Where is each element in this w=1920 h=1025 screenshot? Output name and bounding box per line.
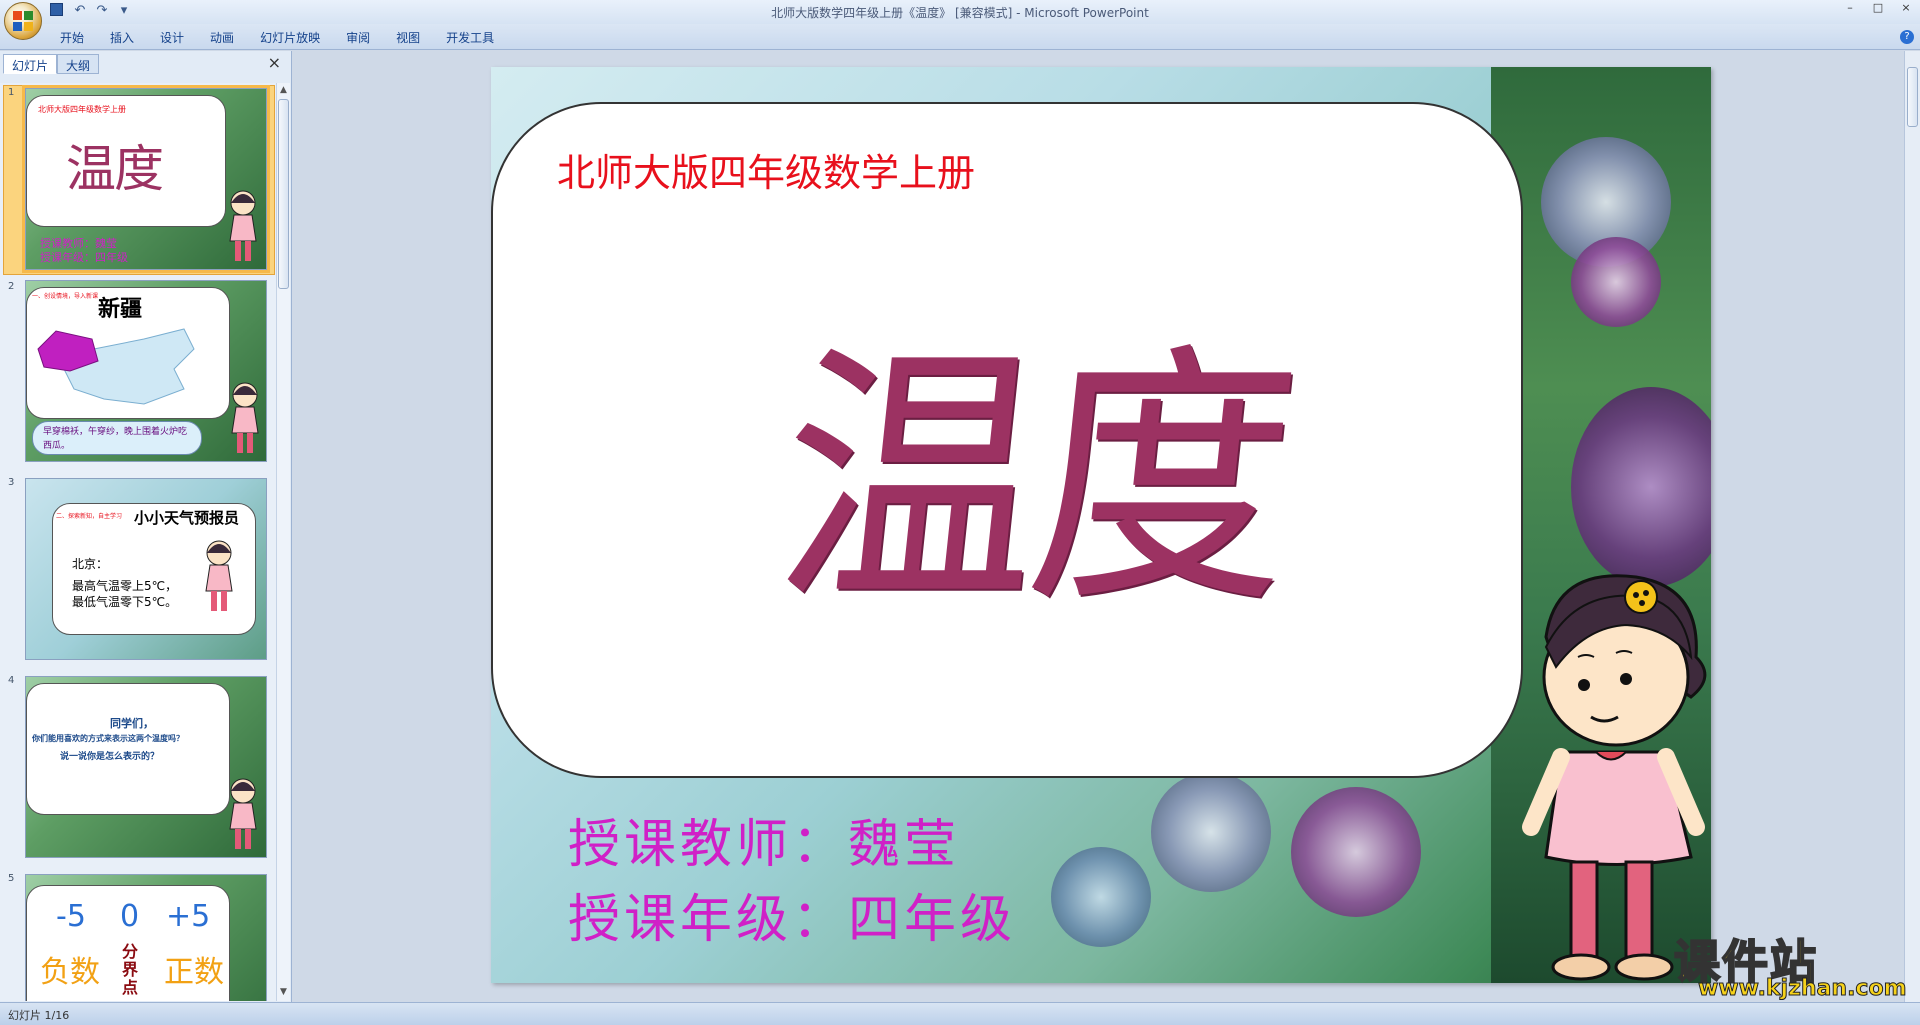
thumb-number: 5: [8, 873, 15, 884]
thumb-label-boundary: 分界点: [122, 942, 139, 997]
slide-thumbnail-4[interactable]: 同学们， 你们能用喜欢的方式来表示这两个温度吗？ 说一说你是怎么表示的？: [25, 676, 267, 858]
thumb-line: 说一说你是怎么表示的？: [60, 752, 160, 762]
china-map-icon: [34, 309, 204, 409]
thumb-number-zero: 0: [120, 899, 140, 934]
slide-title[interactable]: 温度: [685, 258, 1387, 654]
thumbnail-list: 1 北师大版四年级数学上册 温度 授课教师：魏莹 授课年级：四年级 2 一、创设…: [0, 83, 276, 1001]
thumb-number: 4: [8, 675, 15, 686]
tab-animations[interactable]: 动画: [210, 29, 234, 46]
ribbon: 开始 插入 设计 动画 幻灯片放映 审阅 视图 开发工具 ?: [0, 24, 1920, 50]
teacher-text[interactable]: 授课教师：魏莹: [568, 802, 960, 877]
flower-decoration-icon: [1051, 847, 1151, 947]
thumb-number-neg: -5: [56, 899, 86, 934]
office-button[interactable]: [4, 2, 42, 40]
flower-decoration-icon: [1151, 772, 1271, 892]
thumb-label-negative: 负数: [40, 955, 100, 990]
flower-decoration-icon: [1291, 787, 1421, 917]
window-title: 北师大版数学四年级上册《温度》 [兼容模式] - Microsoft Power…: [771, 6, 1149, 20]
thumb-line: 最高气温零上5℃，: [72, 579, 178, 593]
thumb-number: 3: [8, 477, 15, 488]
thumb-number: 1: [8, 87, 15, 98]
slide-thumbnail-1[interactable]: 北师大版四年级数学上册 温度 授课教师：魏莹 授课年级：四年级: [22, 85, 270, 273]
editor-scrollbar[interactable]: [1904, 51, 1920, 1002]
status-bar: 幻灯片 1/16: [0, 1002, 1920, 1025]
thumb-small-title: 一、创设情境，导入新课: [32, 293, 99, 300]
help-icon[interactable]: ?: [1900, 30, 1914, 44]
scroll-up-icon[interactable]: ▲: [278, 85, 289, 97]
thumb-subtitle: 北师大版四年级数学上册: [38, 105, 126, 114]
slide-thumbnail-5[interactable]: -5 0 +5 负数 分界点 正数: [25, 874, 267, 1001]
tab-slideshow[interactable]: 幻灯片放映: [260, 29, 320, 46]
ribbon-tabs: 开始 插入 设计 动画 幻灯片放映 审阅 视图 开发工具: [60, 29, 494, 46]
scroll-down-icon[interactable]: ▼: [278, 987, 289, 999]
tab-slides[interactable]: 幻灯片: [3, 54, 58, 74]
office-logo-icon: [13, 11, 33, 31]
scroll-thumb[interactable]: [278, 99, 289, 289]
flower-decoration-icon: [1571, 237, 1661, 327]
thumb-grade: 授课年级：四年级: [40, 251, 128, 264]
close-button[interactable]: ×: [1892, 0, 1920, 18]
thumb-line: 你们能用喜欢的方式来表示这两个温度吗？: [32, 734, 184, 743]
girl-illustration-icon: [226, 189, 260, 265]
minimize-button[interactable]: –: [1836, 0, 1864, 18]
slide-subtitle[interactable]: 北师大版四年级数学上册: [557, 142, 975, 197]
thumb-title: 小小天气预报员: [134, 509, 240, 527]
girl-illustration-icon: [202, 539, 236, 615]
girl-illustration-icon[interactable]: [1516, 567, 1711, 983]
thumb-label-positive: 正数: [164, 955, 224, 990]
watermark-url: www.kjzhan.com: [1698, 976, 1908, 1002]
tab-home[interactable]: 开始: [60, 29, 84, 46]
tab-outline[interactable]: 大纲: [57, 54, 100, 74]
thumb-caption: 早穿棉袄，午穿纱，晚上围着火炉吃西瓜。: [32, 421, 202, 455]
panel-close-icon[interactable]: ×: [268, 53, 281, 72]
tab-design[interactable]: 设计: [160, 29, 184, 46]
slide-counter: 幻灯片 1/16: [8, 1009, 70, 1022]
title-bar: ↶ ↷ ▾ 北师大版数学四年级上册《温度》 [兼容模式] - Microsoft…: [0, 0, 1920, 40]
thumb-line: 同学们，: [110, 717, 154, 730]
girl-illustration-icon: [226, 777, 260, 853]
thumb-line: 北京：: [72, 557, 109, 571]
girl-illustration-icon: [228, 381, 262, 457]
thumb-small-title: 二、探索新知，自主学习: [56, 513, 123, 520]
thumb-line: 最低气温零下5℃。: [72, 595, 178, 609]
thumb-title: 温度: [66, 140, 164, 198]
watermark-logo: 课件站 www.kjzhan.com: [1668, 926, 1908, 1002]
window-controls: – □ ×: [1836, 0, 1920, 18]
tab-review[interactable]: 审阅: [346, 29, 370, 46]
thumb-number: 2: [8, 281, 15, 292]
tab-developer[interactable]: 开发工具: [446, 29, 494, 46]
tab-view[interactable]: 视图: [396, 29, 420, 46]
thumbnail-scrollbar[interactable]: ▲ ▼: [276, 83, 290, 1001]
slides-panel: 幻灯片 大纲 × 1 北师大版四年级数学上册 温度 授课教师：魏莹 授课年级：四…: [0, 51, 292, 1002]
slide-thumbnail-3[interactable]: 二、探索新知，自主学习 小小天气预报员 北京： 最高气温零上5℃， 最低气温零下…: [25, 478, 267, 660]
powerpoint-window: ↶ ↷ ▾ 北师大版数学四年级上册《温度》 [兼容模式] - Microsoft…: [0, 0, 1920, 1025]
grade-text[interactable]: 授课年级：四年级: [568, 877, 1016, 952]
tab-insert[interactable]: 插入: [110, 29, 134, 46]
slide-thumbnail-2[interactable]: 一、创设情境，导入新课 新疆 早穿棉袄，午穿纱，晚上围着火炉吃西瓜。: [25, 280, 267, 462]
editor-scroll-thumb[interactable]: [1907, 67, 1918, 127]
thumb-number-pos: +5: [166, 899, 211, 934]
panel-tabs: 幻灯片 大纲: [3, 54, 100, 74]
maximize-button[interactable]: □: [1864, 0, 1892, 18]
current-slide[interactable]: 北师大版四年级数学上册 温度 授课教师：魏莹 授课年级：四年级: [491, 67, 1711, 983]
